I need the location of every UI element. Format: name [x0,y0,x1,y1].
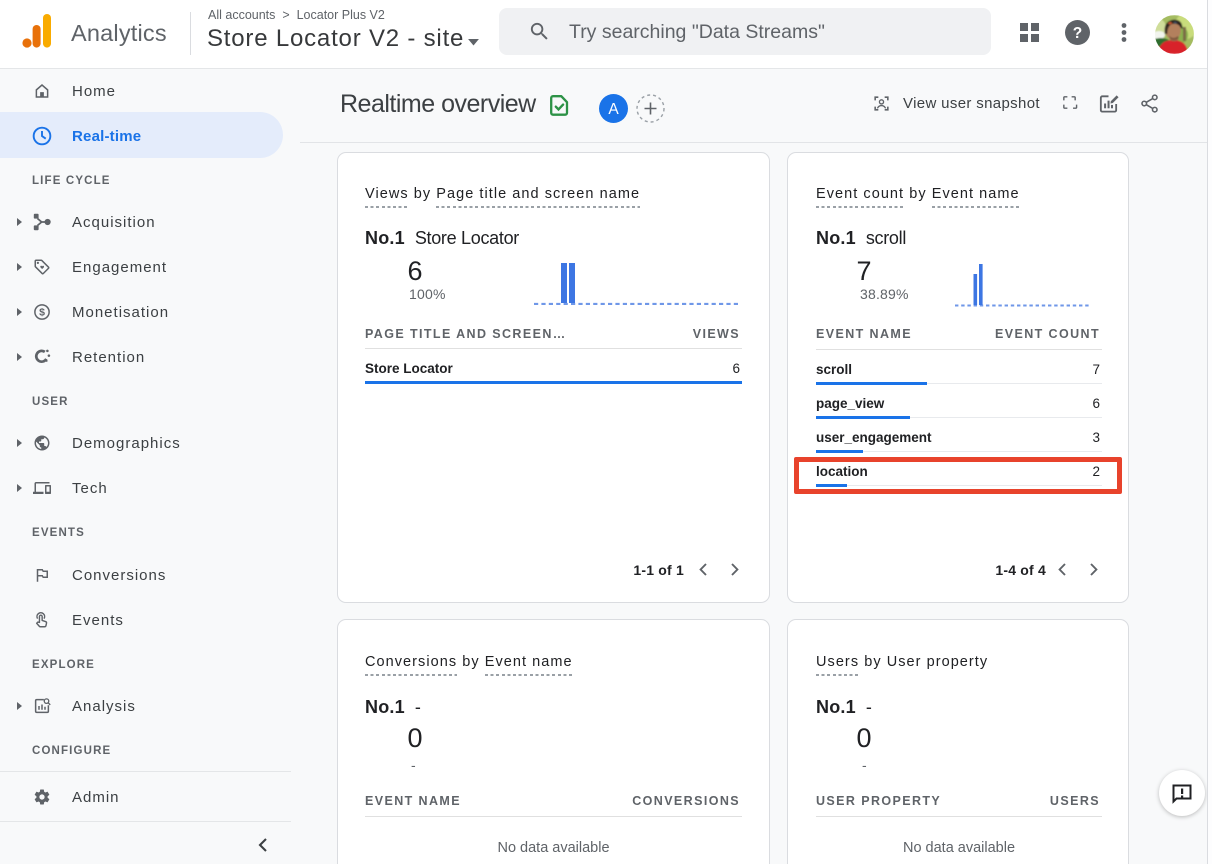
svg-text:$: $ [39,307,45,319]
svg-text:A: A [608,101,619,118]
svg-text:?: ? [1073,25,1082,42]
